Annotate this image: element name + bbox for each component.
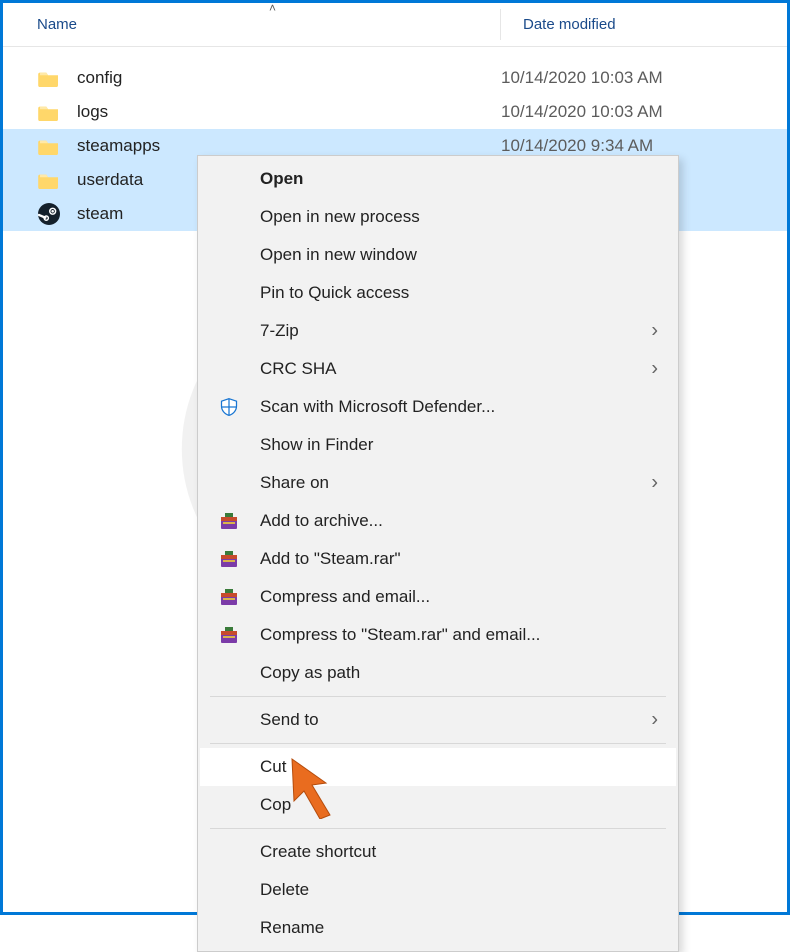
sort-indicator-icon: ˄ xyxy=(269,1,276,15)
menu-crc-sha[interactable]: CRC SHA › xyxy=(200,350,676,388)
menu-label: Copy as path xyxy=(260,663,360,683)
file-date: 10/14/2020 10:03 AM xyxy=(501,102,663,122)
menu-cut[interactable]: Cut xyxy=(200,748,676,786)
menu-label: Cop xyxy=(260,795,291,815)
menu-copy[interactable]: Cop xyxy=(200,786,676,824)
menu-label: Share on xyxy=(260,473,329,493)
menu-label: Compress and email... xyxy=(260,587,430,607)
chevron-right-icon: › xyxy=(651,358,658,381)
column-header-name[interactable]: Name ˄ xyxy=(3,3,501,46)
menu-separator xyxy=(210,743,666,744)
list-item[interactable]: logs 10/14/2020 10:03 AM xyxy=(3,95,787,129)
menu-add-to-archive[interactable]: Add to archive... xyxy=(200,502,676,540)
menu-compress-rar-and-email[interactable]: Compress to "Steam.rar" and email... xyxy=(200,616,676,654)
menu-send-to[interactable]: Send to › xyxy=(200,701,676,739)
menu-label: Compress to "Steam.rar" and email... xyxy=(260,625,540,645)
winrar-icon xyxy=(218,586,240,608)
menu-copy-as-path[interactable]: Copy as path xyxy=(200,654,676,692)
menu-separator xyxy=(210,696,666,697)
chevron-right-icon: › xyxy=(651,320,658,343)
file-name: logs xyxy=(77,102,501,122)
menu-label: Send to xyxy=(260,710,319,730)
menu-add-to-steam-rar[interactable]: Add to "Steam.rar" xyxy=(200,540,676,578)
menu-separator xyxy=(210,828,666,829)
menu-label: Open in new window xyxy=(260,245,417,265)
menu-share-on[interactable]: Share on › xyxy=(200,464,676,502)
column-header-date[interactable]: Date modified xyxy=(501,16,616,33)
folder-icon xyxy=(37,66,61,90)
column-header-name-label: Name xyxy=(37,16,77,33)
folder-icon xyxy=(37,168,61,192)
winrar-icon xyxy=(218,510,240,532)
file-name: config xyxy=(77,68,501,88)
menu-compress-and-email[interactable]: Compress and email... xyxy=(200,578,676,616)
file-date: 10/14/2020 10:03 AM xyxy=(501,68,663,88)
chevron-right-icon: › xyxy=(651,709,658,732)
menu-7zip[interactable]: 7-Zip › xyxy=(200,312,676,350)
menu-label: Pin to Quick access xyxy=(260,283,409,303)
column-header-date-label: Date modified xyxy=(523,16,616,33)
menu-label: Delete xyxy=(260,880,309,900)
winrar-icon xyxy=(218,624,240,646)
menu-label: Add to "Steam.rar" xyxy=(260,549,401,569)
menu-label: Scan with Microsoft Defender... xyxy=(260,397,495,417)
menu-label: Rename xyxy=(260,918,324,938)
winrar-icon xyxy=(218,548,240,570)
menu-label: Open in new process xyxy=(260,207,420,227)
file-date: 10/14/2020 9:34 AM xyxy=(501,136,653,156)
list-item[interactable]: config 10/14/2020 10:03 AM xyxy=(3,61,787,95)
menu-delete[interactable]: Delete xyxy=(200,871,676,909)
menu-label: Add to archive... xyxy=(260,511,383,531)
menu-label: Show in Finder xyxy=(260,435,373,455)
menu-open[interactable]: Open xyxy=(200,160,676,198)
file-name: steamapps xyxy=(77,136,501,156)
menu-defender-scan[interactable]: Scan with Microsoft Defender... xyxy=(200,388,676,426)
menu-pin-quick-access[interactable]: Pin to Quick access xyxy=(200,274,676,312)
menu-create-shortcut[interactable]: Create shortcut xyxy=(200,833,676,871)
menu-open-new-process[interactable]: Open in new process xyxy=(200,198,676,236)
column-header-row: Name ˄ Date modified xyxy=(3,3,787,47)
menu-open-new-window[interactable]: Open in new window xyxy=(200,236,676,274)
menu-label: CRC SHA xyxy=(260,359,337,379)
context-menu: Open Open in new process Open in new win… xyxy=(197,155,679,952)
menu-show-in-finder[interactable]: Show in Finder xyxy=(200,426,676,464)
menu-label: 7-Zip xyxy=(260,321,299,341)
folder-icon xyxy=(37,134,61,158)
shield-icon xyxy=(218,396,240,418)
menu-label: Cut xyxy=(260,757,286,777)
steam-icon xyxy=(37,202,61,226)
menu-label: Create shortcut xyxy=(260,842,376,862)
chevron-right-icon: › xyxy=(651,472,658,495)
folder-icon xyxy=(37,100,61,124)
menu-label: Open xyxy=(260,169,303,189)
